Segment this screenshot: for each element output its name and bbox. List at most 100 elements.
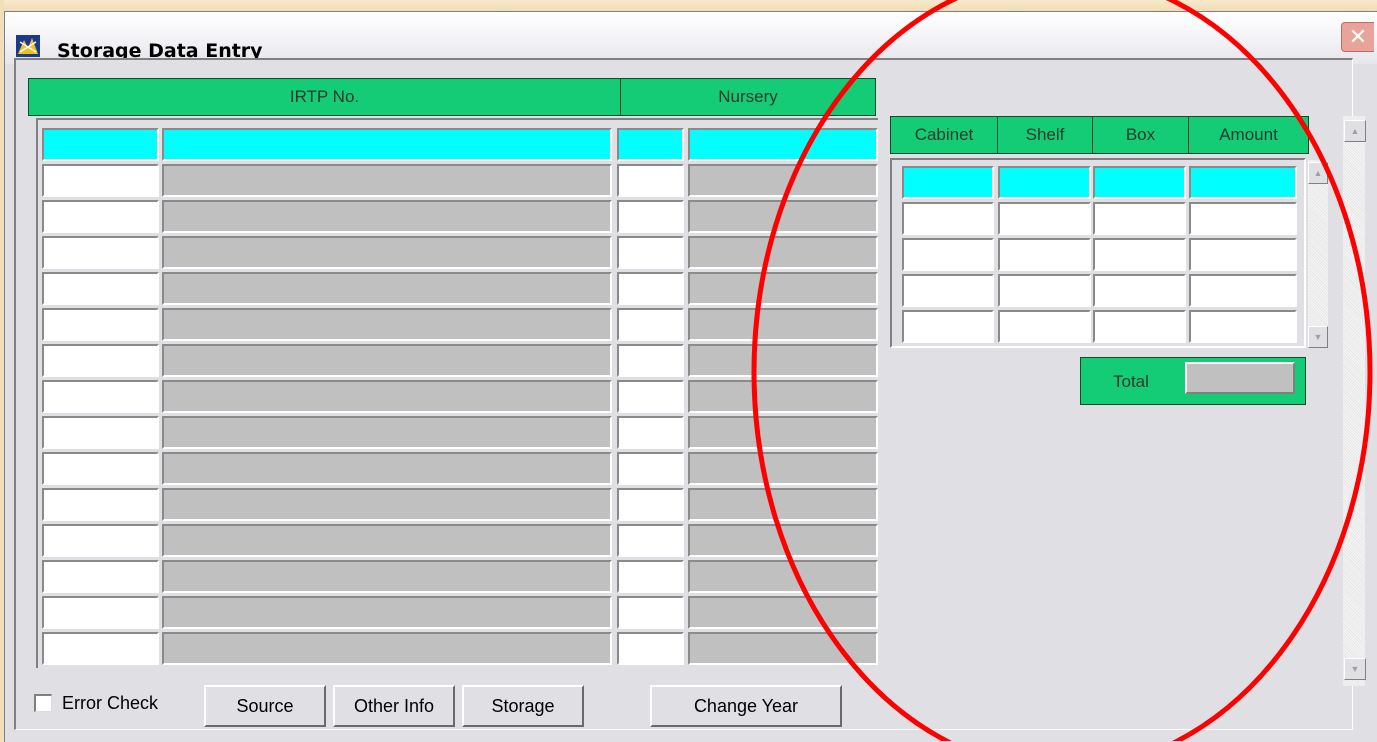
irtp-number-field[interactable] bbox=[162, 236, 612, 269]
shelf-field[interactable] bbox=[998, 310, 1091, 343]
amount-field[interactable] bbox=[1189, 166, 1297, 199]
table-row bbox=[38, 128, 878, 161]
error-check-checkbox[interactable] bbox=[34, 694, 52, 712]
irtp-number-field[interactable] bbox=[162, 560, 612, 593]
irtp-number-field[interactable] bbox=[162, 632, 612, 665]
storage-location-grid bbox=[890, 158, 1306, 348]
irtp-prefix-field[interactable] bbox=[42, 272, 159, 305]
nursery-name-field[interactable] bbox=[688, 308, 878, 341]
nursery-name-field[interactable] bbox=[688, 632, 878, 665]
irtp-prefix-field[interactable] bbox=[42, 524, 159, 557]
nursery-name-field[interactable] bbox=[688, 236, 878, 269]
cabinet-field[interactable] bbox=[902, 310, 994, 343]
irtp-prefix-field[interactable] bbox=[42, 488, 159, 521]
nursery-code-field[interactable] bbox=[617, 488, 684, 521]
irtp-number-field[interactable] bbox=[162, 128, 612, 161]
source-button[interactable]: Source bbox=[204, 685, 326, 727]
shelf-field[interactable] bbox=[998, 166, 1091, 199]
box-field[interactable] bbox=[1093, 274, 1186, 307]
irtp-number-field[interactable] bbox=[162, 488, 612, 521]
column-header-shelf: Shelf bbox=[997, 116, 1093, 154]
nursery-code-field[interactable] bbox=[617, 128, 684, 161]
cabinet-field[interactable] bbox=[902, 202, 994, 235]
nursery-code-field[interactable] bbox=[617, 416, 684, 449]
nursery-name-field[interactable] bbox=[688, 416, 878, 449]
box-field[interactable] bbox=[1093, 166, 1186, 199]
shelf-field[interactable] bbox=[998, 202, 1091, 235]
irtp-number-field[interactable] bbox=[162, 596, 612, 629]
window-scrollbar[interactable]: ▲ ▼ bbox=[1343, 116, 1366, 686]
nursery-code-field[interactable] bbox=[617, 452, 684, 485]
shelf-field[interactable] bbox=[998, 274, 1091, 307]
nursery-code-field[interactable] bbox=[617, 200, 684, 233]
irtp-prefix-field[interactable] bbox=[42, 596, 159, 629]
change-year-button[interactable]: Change Year bbox=[650, 685, 842, 727]
scroll-down-button[interactable]: ▼ bbox=[1308, 326, 1328, 348]
nursery-code-field[interactable] bbox=[617, 632, 684, 665]
nursery-name-field[interactable] bbox=[688, 272, 878, 305]
nursery-name-field[interactable] bbox=[688, 524, 878, 557]
scroll-up-button[interactable]: ▲ bbox=[1308, 162, 1328, 184]
box-field[interactable] bbox=[1093, 238, 1186, 271]
close-button[interactable]: ✕ bbox=[1341, 22, 1374, 52]
storage-button[interactable]: Storage bbox=[462, 685, 584, 727]
nursery-code-field[interactable] bbox=[617, 344, 684, 377]
irtp-prefix-field[interactable] bbox=[42, 308, 159, 341]
irtp-number-field[interactable] bbox=[162, 452, 612, 485]
irtp-prefix-field[interactable] bbox=[42, 236, 159, 269]
storage-grid-scrollbar[interactable]: ▲ ▼ bbox=[1308, 160, 1328, 348]
amount-field[interactable] bbox=[1189, 202, 1297, 235]
irtp-prefix-field[interactable] bbox=[42, 164, 159, 197]
irtp-number-field[interactable] bbox=[162, 200, 612, 233]
nursery-name-field[interactable] bbox=[688, 488, 878, 521]
irtp-prefix-field[interactable] bbox=[42, 632, 159, 665]
table-row bbox=[38, 380, 878, 413]
irtp-prefix-field[interactable] bbox=[42, 452, 159, 485]
nursery-name-field[interactable] bbox=[688, 452, 878, 485]
nursery-code-field[interactable] bbox=[617, 164, 684, 197]
cabinet-field[interactable] bbox=[902, 166, 994, 199]
irtp-number-field[interactable] bbox=[162, 344, 612, 377]
irtp-prefix-field[interactable] bbox=[42, 380, 159, 413]
window-scroll-down-button[interactable]: ▼ bbox=[1344, 658, 1366, 680]
nursery-name-field[interactable] bbox=[688, 164, 878, 197]
irtp-number-field[interactable] bbox=[162, 164, 612, 197]
nursery-code-field[interactable] bbox=[617, 560, 684, 593]
column-header-amount: Amount bbox=[1188, 116, 1309, 154]
nursery-code-field[interactable] bbox=[617, 524, 684, 557]
nursery-name-field[interactable] bbox=[688, 128, 878, 161]
box-field[interactable] bbox=[1093, 310, 1186, 343]
nursery-name-field[interactable] bbox=[688, 380, 878, 413]
irtp-number-field[interactable] bbox=[162, 308, 612, 341]
nursery-name-field[interactable] bbox=[688, 200, 878, 233]
irtp-prefix-field[interactable] bbox=[42, 344, 159, 377]
irtp-number-field[interactable] bbox=[162, 272, 612, 305]
nursery-code-field[interactable] bbox=[617, 308, 684, 341]
amount-field[interactable] bbox=[1189, 274, 1297, 307]
table-row bbox=[38, 452, 878, 485]
nursery-code-field[interactable] bbox=[617, 236, 684, 269]
nursery-name-field[interactable] bbox=[688, 596, 878, 629]
window-scroll-up-button[interactable]: ▲ bbox=[1344, 120, 1366, 142]
nursery-name-field[interactable] bbox=[688, 344, 878, 377]
irtp-prefix-field[interactable] bbox=[42, 200, 159, 233]
irtp-number-field[interactable] bbox=[162, 524, 612, 557]
nursery-name-field[interactable] bbox=[688, 560, 878, 593]
nursery-code-field[interactable] bbox=[617, 596, 684, 629]
nursery-code-field[interactable] bbox=[617, 272, 684, 305]
amount-field[interactable] bbox=[1189, 238, 1297, 271]
table-row bbox=[38, 596, 878, 629]
irtp-prefix-field[interactable] bbox=[42, 416, 159, 449]
error-check-toggle[interactable]: Error Check bbox=[34, 690, 158, 716]
cabinet-field[interactable] bbox=[902, 274, 994, 307]
irtp-number-field[interactable] bbox=[162, 380, 612, 413]
irtp-number-field[interactable] bbox=[162, 416, 612, 449]
shelf-field[interactable] bbox=[998, 238, 1091, 271]
cabinet-field[interactable] bbox=[902, 238, 994, 271]
other-info-button[interactable]: Other Info bbox=[333, 685, 455, 727]
irtp-prefix-field[interactable] bbox=[42, 560, 159, 593]
box-field[interactable] bbox=[1093, 202, 1186, 235]
nursery-code-field[interactable] bbox=[617, 380, 684, 413]
amount-field[interactable] bbox=[1189, 310, 1297, 343]
irtp-prefix-field[interactable] bbox=[42, 128, 159, 161]
